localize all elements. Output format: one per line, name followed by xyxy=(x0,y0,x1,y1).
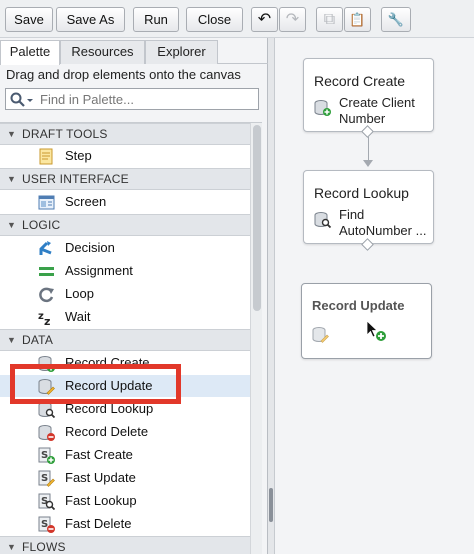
palette-item-wait[interactable]: zz Wait xyxy=(0,306,250,328)
assignment-icon xyxy=(38,263,55,280)
palette-item-fast-delete[interactable]: S Fast Delete xyxy=(0,513,250,535)
palette-item-fast-lookup[interactable]: S Fast Lookup xyxy=(0,490,250,512)
collapse-arrow-icon: ▼ xyxy=(7,220,16,230)
item-label: Fast Update xyxy=(65,470,136,485)
item-label: Screen xyxy=(65,194,107,209)
section-label: FLOWS xyxy=(22,540,66,554)
loop-icon xyxy=(38,286,55,303)
palette-item-screen[interactable]: Screen xyxy=(0,191,250,213)
record-update-icon xyxy=(312,326,330,344)
palette-item-record-update[interactable]: Record Update xyxy=(0,375,250,397)
palette-item-record-delete[interactable]: Record Delete xyxy=(0,421,250,443)
screen-icon xyxy=(38,194,55,211)
panel-splitter[interactable] xyxy=(268,38,275,554)
toolbar: Save Save As Run Close ↶ ↷ ⧉ 📋 🔧 xyxy=(0,0,474,38)
palette-item-decision[interactable]: Decision xyxy=(0,237,250,259)
palette-item-fast-update[interactable]: S Fast Update xyxy=(0,467,250,489)
section-user-interface[interactable]: ▼ USER INTERFACE xyxy=(0,168,250,190)
section-label: DRAFT TOOLS xyxy=(22,127,108,141)
record-lookup-icon xyxy=(38,401,56,419)
collapse-arrow-icon: ▼ xyxy=(7,129,16,139)
collapse-arrow-icon: ▼ xyxy=(7,542,16,552)
tab-palette[interactable]: Palette xyxy=(0,40,60,65)
item-label: Record Delete xyxy=(65,424,149,439)
section-label: LOGIC xyxy=(22,218,61,232)
scrollbar-thumb[interactable] xyxy=(253,125,261,311)
search-icon[interactable] xyxy=(9,91,35,108)
item-label: Decision xyxy=(65,240,115,255)
step-icon xyxy=(38,148,55,165)
panel-tabs: Palette Resources Explorer xyxy=(0,38,268,65)
item-label: Record Create xyxy=(65,355,150,370)
item-label: Record Update xyxy=(65,378,153,393)
item-label: Assignment xyxy=(65,263,133,278)
item-label: Loop xyxy=(65,286,94,301)
section-label: DATA xyxy=(22,333,54,347)
save-button[interactable]: Save xyxy=(5,7,53,32)
item-label: Fast Lookup xyxy=(65,493,137,508)
run-button[interactable]: Run xyxy=(133,7,179,32)
record-delete-icon xyxy=(38,424,55,441)
section-label: USER INTERFACE xyxy=(22,172,129,186)
section-data[interactable]: ▼ DATA xyxy=(0,329,250,351)
drag-cursor-add-icon xyxy=(365,320,387,342)
flow-node-record-create[interactable]: Record Create Create Client Number xyxy=(303,58,434,132)
dragged-node-record-update[interactable]: Record Update xyxy=(301,283,432,359)
left-panel: Palette Resources Explorer Drag and drop… xyxy=(0,38,268,554)
section-flows[interactable]: ▼ FLOWS xyxy=(0,536,250,554)
palette-hint: Drag and drop elements onto the canvas xyxy=(6,67,241,82)
palette-item-loop[interactable]: Loop xyxy=(0,283,250,305)
flow-node-record-lookup[interactable]: Record Lookup Find AutoNumber ... xyxy=(303,170,434,244)
paste-icon[interactable]: 📋 xyxy=(344,7,371,32)
palette-item-record-lookup[interactable]: Record Lookup xyxy=(0,398,250,420)
node-label: Create Client Number xyxy=(339,95,415,126)
node-label: Find AutoNumber ... xyxy=(339,207,427,238)
decision-icon xyxy=(38,240,55,257)
item-label: Record Lookup xyxy=(65,401,154,416)
section-draft-tools[interactable]: ▼ DRAFT TOOLS xyxy=(0,123,250,145)
svg-text:z: z xyxy=(44,315,50,326)
copy-icon[interactable]: ⧉ xyxy=(316,7,343,32)
palette-list: ▼ DRAFT TOOLS Step ▼ USER INTERFACE Scre… xyxy=(0,122,262,554)
settings-wrench-icon[interactable]: 🔧 xyxy=(381,7,411,32)
palette-scrollbar[interactable] xyxy=(250,123,262,554)
connector-arrow-icon xyxy=(363,160,373,167)
item-label: Wait xyxy=(65,309,91,324)
palette-item-record-create[interactable]: Record Create xyxy=(0,352,250,374)
undo-icon[interactable]: ↶ xyxy=(251,7,278,32)
tab-explorer[interactable]: Explorer xyxy=(145,40,218,64)
close-button[interactable]: Close xyxy=(186,7,243,32)
collapse-arrow-icon: ▼ xyxy=(7,174,16,184)
palette-item-assignment[interactable]: Assignment xyxy=(0,260,250,282)
redo-icon[interactable]: ↷ xyxy=(279,7,306,32)
wait-icon: zz xyxy=(38,309,55,328)
fast-create-icon: S xyxy=(38,447,55,464)
item-label: Fast Delete xyxy=(65,516,132,531)
connector-line xyxy=(368,137,369,161)
node-title: Record Create xyxy=(314,73,406,89)
record-lookup-icon xyxy=(314,211,332,229)
fast-lookup-icon: S xyxy=(38,493,56,511)
flow-canvas[interactable]: Record Create Create Client Number Recor… xyxy=(275,38,474,554)
palette-item-fast-create[interactable]: S Fast Create xyxy=(0,444,250,466)
tab-resources[interactable]: Resources xyxy=(60,40,145,64)
save-as-button[interactable]: Save As xyxy=(56,7,125,32)
record-create-icon xyxy=(38,355,55,372)
item-label: Step xyxy=(65,148,92,163)
item-label: Fast Create xyxy=(65,447,133,462)
fast-delete-icon: S xyxy=(38,516,55,533)
palette-search xyxy=(5,88,259,110)
node-title: Record Update xyxy=(312,298,405,313)
collapse-arrow-icon: ▼ xyxy=(7,335,16,345)
svg-text:S: S xyxy=(41,473,48,484)
palette-item-step[interactable]: Step xyxy=(0,145,250,167)
record-update-icon xyxy=(38,378,55,395)
section-logic[interactable]: ▼ LOGIC xyxy=(0,214,250,236)
fast-update-icon: S xyxy=(38,470,55,487)
search-input[interactable] xyxy=(40,90,254,108)
node-title: Record Lookup xyxy=(314,185,409,201)
record-create-icon xyxy=(314,99,332,117)
splitter-grip[interactable] xyxy=(269,488,273,522)
